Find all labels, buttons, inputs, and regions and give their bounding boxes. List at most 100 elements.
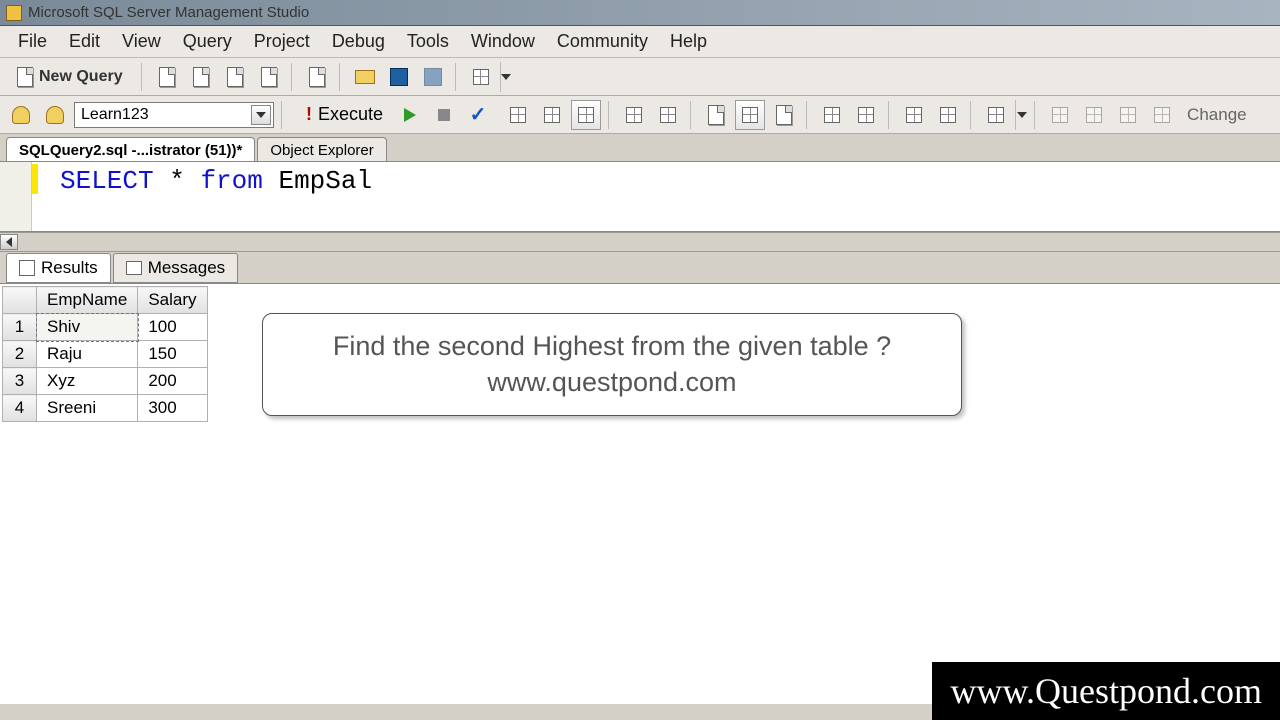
- menu-query[interactable]: Query: [173, 27, 242, 56]
- toolbar-separator: [806, 101, 810, 129]
- include-actual-plan-button[interactable]: [619, 100, 649, 130]
- sql-star: *: [154, 166, 201, 196]
- results-to-text-button[interactable]: [701, 100, 731, 130]
- comment-button[interactable]: [817, 100, 847, 130]
- menubar: File Edit View Query Project Debug Tools…: [0, 26, 1280, 58]
- results-icon: [19, 260, 35, 276]
- increase-indent-button[interactable]: [933, 100, 963, 130]
- annotation-callout: Find the second Highest from the given t…: [262, 313, 962, 416]
- new-analysis-query-button[interactable]: [186, 62, 216, 92]
- menu-view[interactable]: View: [112, 27, 171, 56]
- toolbar-sql-editor: Learn123 ! Execute ✓ Change: [0, 96, 1280, 134]
- row-number: 1: [3, 314, 37, 341]
- intellisense-button[interactable]: [571, 100, 601, 130]
- activity-monitor-button[interactable]: [466, 62, 496, 92]
- open-folder-button[interactable]: [350, 62, 380, 92]
- results-to-grid-button[interactable]: [735, 100, 765, 130]
- tab-messages[interactable]: Messages: [113, 253, 238, 283]
- results-grid[interactable]: EmpName Salary 1 Shiv 100 2 Raju 150 3 X…: [2, 286, 208, 422]
- table-designer-button-3[interactable]: [1113, 100, 1143, 130]
- toolbar-standard: New Query: [0, 58, 1280, 96]
- document-icon: [193, 67, 209, 87]
- activity-icon: [473, 69, 489, 85]
- designer-icon: [1086, 107, 1102, 123]
- new-dmx-query-button[interactable]: [254, 62, 284, 92]
- menu-project[interactable]: Project: [244, 27, 320, 56]
- toolbar-separator: [690, 101, 694, 129]
- query-options-button[interactable]: [537, 100, 567, 130]
- toolbar-overflow-button[interactable]: [1015, 100, 1027, 130]
- display-estimated-plan-button[interactable]: [503, 100, 533, 130]
- parse-button[interactable]: ✓: [463, 100, 493, 130]
- change-type-label: Change: [1187, 105, 1247, 125]
- table-row[interactable]: 2 Raju 150: [3, 341, 208, 368]
- table-row[interactable]: 1 Shiv 100: [3, 314, 208, 341]
- table-designer-button-4[interactable]: [1147, 100, 1177, 130]
- cell-salary[interactable]: 300: [138, 395, 207, 422]
- results-text-icon: [708, 105, 724, 125]
- row-number: 3: [3, 368, 37, 395]
- table-designer-button-1[interactable]: [1045, 100, 1075, 130]
- table-row[interactable]: 3 Xyz 200: [3, 368, 208, 395]
- open-file-button[interactable]: [302, 62, 332, 92]
- database-selector[interactable]: Learn123: [74, 102, 274, 128]
- results-to-file-button[interactable]: [769, 100, 799, 130]
- outdent-icon: [906, 107, 922, 123]
- save-all-icon: [424, 68, 442, 86]
- cell-salary[interactable]: 100: [138, 314, 207, 341]
- cell-empname[interactable]: Xyz: [37, 368, 138, 395]
- debug-button[interactable]: [395, 100, 425, 130]
- table-row[interactable]: 4 Sreeni 300: [3, 395, 208, 422]
- tab-sqlquery[interactable]: SQLQuery2.sql -...istrator (51))*: [6, 137, 255, 161]
- include-client-stats-button[interactable]: [653, 100, 683, 130]
- cell-salary[interactable]: 200: [138, 368, 207, 395]
- tab-results[interactable]: Results: [6, 253, 111, 283]
- menu-window[interactable]: Window: [461, 27, 545, 56]
- results-tab-label: Results: [41, 258, 98, 278]
- play-icon: [404, 108, 416, 122]
- document-icon: [159, 67, 175, 87]
- sql-text: SELECT * from EmpSal: [60, 166, 372, 196]
- uncomment-button[interactable]: [851, 100, 881, 130]
- cell-empname[interactable]: Raju: [37, 341, 138, 368]
- editor-horizontal-scrollbar[interactable]: [0, 232, 1280, 252]
- menu-tools[interactable]: Tools: [397, 27, 459, 56]
- results-file-icon: [776, 105, 792, 125]
- cancel-query-button[interactable]: [429, 100, 459, 130]
- cell-empname[interactable]: Sreeni: [37, 395, 138, 422]
- menu-help[interactable]: Help: [660, 27, 717, 56]
- menu-debug[interactable]: Debug: [322, 27, 395, 56]
- save-button[interactable]: [384, 62, 414, 92]
- toolbar-separator: [888, 101, 892, 129]
- save-all-button[interactable]: [418, 62, 448, 92]
- execute-button[interactable]: ! Execute: [298, 102, 391, 127]
- menu-file[interactable]: File: [8, 27, 57, 56]
- results-grid-icon: [742, 107, 758, 123]
- column-header-empname[interactable]: EmpName: [37, 287, 138, 314]
- sql-editor[interactable]: SELECT * from EmpSal: [0, 162, 1280, 232]
- sql-keyword-from: from: [200, 166, 262, 196]
- toolbar-separator: [291, 63, 295, 91]
- tab-object-explorer[interactable]: Object Explorer: [257, 137, 386, 161]
- menu-community[interactable]: Community: [547, 27, 658, 56]
- actual-plan-icon: [626, 107, 642, 123]
- database-swap-icon: [46, 106, 64, 124]
- specify-values-button[interactable]: [981, 100, 1011, 130]
- new-database-engine-query-button[interactable]: [152, 62, 182, 92]
- table-designer-button-2[interactable]: [1079, 100, 1109, 130]
- scroll-left-button[interactable]: [0, 234, 18, 250]
- designer-icon: [1154, 107, 1170, 123]
- cell-salary[interactable]: 150: [138, 341, 207, 368]
- connect-button[interactable]: [6, 100, 36, 130]
- new-query-button[interactable]: New Query: [6, 63, 134, 91]
- open-file-icon: [309, 67, 325, 87]
- toolbar-overflow-button[interactable]: [500, 62, 512, 92]
- menu-edit[interactable]: Edit: [59, 27, 110, 56]
- database-dropdown-arrow[interactable]: [251, 105, 271, 125]
- change-connection-button[interactable]: [40, 100, 70, 130]
- decrease-indent-button[interactable]: [899, 100, 929, 130]
- cell-empname[interactable]: Shiv: [37, 314, 138, 341]
- new-mdx-query-button[interactable]: [220, 62, 250, 92]
- column-header-salary[interactable]: Salary: [138, 287, 207, 314]
- callout-line2: www.questpond.com: [283, 364, 941, 400]
